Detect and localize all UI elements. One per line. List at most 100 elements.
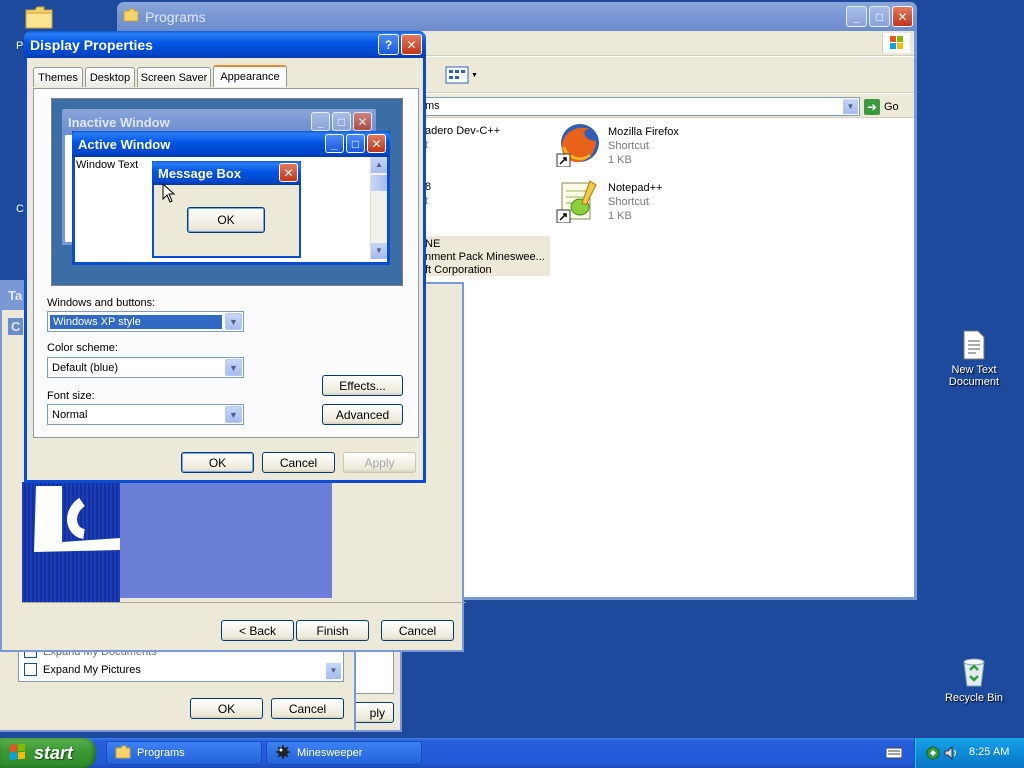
window-title: Display Properties [30, 36, 153, 53]
wizard-cancel-button[interactable]: Cancel [381, 620, 454, 641]
wizard-partial-c: C [8, 318, 24, 335]
task-button-minesweeper[interactable]: Minesweeper [266, 741, 422, 765]
task-button-programs[interactable]: Programs [106, 741, 262, 765]
windows-buttons-value: Windows XP style [50, 314, 222, 329]
font-size-select[interactable]: Normal ▼ [47, 404, 244, 425]
font-size-label: Font size: [47, 390, 95, 402]
tab-desktop[interactable]: Desktop [85, 67, 135, 87]
display-properties-window: Display Properties ? ✕ Themes Desktop Sc… [24, 31, 426, 483]
file-name: Mozilla Firefox [608, 126, 679, 138]
views-icon [445, 66, 469, 84]
chevron-down-icon[interactable]: ▼ [225, 359, 242, 376]
file-item-dev-cpp[interactable]: adero Dev-C++ t [425, 125, 500, 151]
address-input[interactable]: ms ▼ [420, 97, 860, 116]
appearance-preview: Inactive Window _ □ ✕ Active Window _ □ [51, 98, 403, 286]
file-size: 1 KB [608, 154, 632, 166]
views-button[interactable]: ▼ [445, 65, 479, 85]
address-dropdown-arrow[interactable]: ▼ [843, 99, 858, 114]
color-scheme-select[interactable]: Default (blue) ▼ [47, 357, 244, 378]
desktop-item-recycle-bin[interactable]: Recycle Bin [937, 656, 1011, 704]
file-item-minesweeper-pack[interactable]: NE nment Pack Mineswee... ft Corporation [420, 236, 550, 276]
start-button[interactable]: start [0, 738, 96, 768]
wizard-separator [22, 602, 466, 603]
go-arrow-icon: ➜ [864, 98, 880, 115]
back-label: < Back [238, 623, 277, 638]
tab-strip: Themes Desktop Screen Saver Appearance [33, 65, 419, 89]
language-bar-icon[interactable] [885, 746, 903, 760]
taskbar: start Programs Minesweeper 8:25 AM [0, 738, 1024, 768]
close-button[interactable]: ✕ [401, 34, 422, 55]
scroll-up-icon: ▲ [371, 157, 387, 173]
active-title-text: Active Window [78, 136, 171, 152]
cancel-label: Cancel [279, 455, 318, 470]
finish-button[interactable]: Finish [296, 620, 369, 641]
effects-button[interactable]: Effects... [322, 375, 403, 396]
close-button[interactable]: ✕ [892, 6, 913, 27]
cancel-button[interactable]: Cancel [271, 698, 344, 719]
file-item-notepad-plus-plus[interactable]: Notepad++ Shortcut 1 KB [556, 179, 736, 227]
display-properties-title-bar[interactable]: Display Properties ? ✕ [24, 31, 426, 58]
tab-label: Desktop [89, 71, 131, 84]
clock[interactable]: 8:25 AM [969, 746, 1009, 758]
folder-icon [123, 8, 139, 25]
minimize-icon: _ [325, 134, 344, 153]
advanced-button[interactable]: Advanced [322, 404, 403, 425]
volume-icon[interactable] [943, 745, 959, 764]
font-size-value: Normal [52, 408, 88, 421]
recycle-bin-label: Recycle Bin [944, 692, 1004, 704]
network-icon[interactable] [925, 745, 941, 764]
folder-icon [115, 745, 131, 762]
tab-themes[interactable]: Themes [33, 67, 83, 87]
desktop-folder-icon[interactable] [24, 4, 54, 30]
minimize-button[interactable]: _ [846, 6, 867, 27]
tab-screen-saver[interactable]: Screen Saver [137, 67, 211, 87]
file-type: t [425, 139, 429, 151]
minimize-icon: _ [311, 112, 330, 131]
scroll-thumb [371, 175, 387, 191]
advanced-label: Advanced [335, 407, 390, 422]
text-document-icon [963, 330, 985, 360]
preview-active-title: Active Window _ □ ✕ [72, 131, 390, 157]
programs-title-bar[interactable]: Programs _ □ ✕ [117, 2, 917, 31]
color-scheme-value: Default (blue) [52, 361, 119, 374]
maximize-button[interactable]: □ [869, 6, 890, 27]
mouse-cursor-icon [162, 182, 176, 206]
programs-title: Programs [145, 8, 206, 25]
preview-scrollbar: ▲ ▼ [370, 157, 387, 259]
windows-buttons-label: Windows and buttons: [47, 297, 156, 309]
chevron-down-icon[interactable]: ▼ [225, 406, 242, 423]
file-name: Notepad++ [608, 182, 663, 194]
wizard-partial-c-text: C [11, 319, 21, 334]
windows-logo-icon [882, 33, 910, 53]
firefox-icon [556, 123, 600, 168]
desktop-partial-label-c: C [16, 203, 24, 215]
apply-label: Apply [364, 455, 395, 470]
start-label: start [34, 742, 74, 763]
back-button[interactable]: < Back [221, 620, 294, 641]
ok-button[interactable]: OK [181, 452, 254, 473]
help-button[interactable]: ? [378, 34, 399, 55]
file-item-mozilla-firefox[interactable]: Mozilla Firefox Shortcut 1 KB [556, 123, 736, 171]
new-text-document-label: New Text Document [948, 364, 1000, 388]
desktop-item-new-text-document[interactable]: New Text Document [937, 330, 1011, 388]
wizard-cancel-label: Cancel [398, 623, 437, 638]
message-box-title-bar: Message Box ✕ [152, 161, 301, 185]
maximize-icon: □ [332, 112, 351, 131]
file-type: nment Pack Mineswee... [425, 251, 545, 263]
wizard-banner [22, 482, 120, 602]
ok-button[interactable]: OK [190, 698, 263, 719]
tab-appearance[interactable]: Appearance [213, 65, 287, 87]
go-button[interactable]: ➜ Go [864, 97, 908, 116]
cancel-button[interactable]: Cancel [262, 452, 335, 473]
chevron-down-icon: ▼ [471, 71, 478, 79]
tab-label: Screen Saver [140, 71, 208, 84]
wizard-partial-title: Ta [8, 288, 23, 303]
checkbox-expand-my-pictures[interactable]: Expand My Pictures [24, 663, 141, 676]
file-name: NE [425, 238, 441, 250]
wizard-title-bar[interactable]: Ta [2, 284, 26, 310]
apply-button[interactable]: Apply [343, 452, 416, 473]
windows-buttons-select[interactable]: Windows XP style ▼ [47, 311, 244, 332]
chevron-down-icon[interactable]: ▼ [225, 313, 242, 330]
scroll-down-arrow[interactable]: ▼ [326, 663, 341, 679]
finish-label: Finish [316, 623, 349, 638]
